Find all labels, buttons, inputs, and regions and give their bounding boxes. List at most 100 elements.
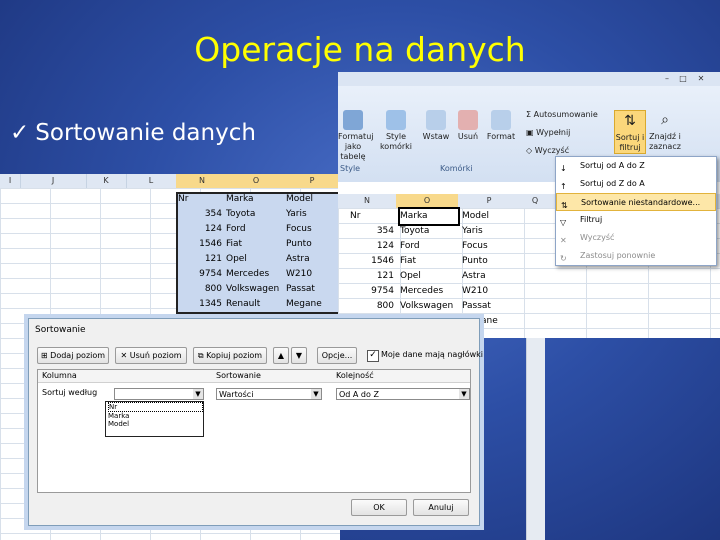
- sort-on-combo[interactable]: Wartości ▼: [216, 388, 322, 400]
- table-cell[interactable]: 124: [178, 222, 222, 237]
- format-icon: [491, 110, 511, 130]
- dropdown-option[interactable]: Marka: [108, 412, 203, 420]
- format-table-button[interactable]: Formatuj jako tabelę: [338, 110, 373, 162]
- order-combo[interactable]: Od A do Z ▼: [336, 388, 470, 400]
- table-cell[interactable]: 1546: [350, 254, 394, 269]
- menu-item-label: Filtruj: [580, 215, 603, 224]
- table-cell[interactable]: 121: [350, 269, 394, 284]
- minimize-icon[interactable]: –: [662, 74, 672, 83]
- add-level-button[interactable]: ⊞ Dodaj poziom: [37, 347, 109, 364]
- autosum-button[interactable]: Σ Autosumowanie: [526, 110, 598, 120]
- table-cell[interactable]: 9754: [350, 284, 394, 299]
- col-header[interactable]: N: [176, 174, 229, 188]
- chevron-down-icon: ▼: [311, 389, 321, 399]
- sort-dialog: Sortowanie ⊞ Dodaj poziom ✕ Usuń poziom …: [28, 318, 483, 526]
- table-cell[interactable]: 354: [350, 224, 394, 239]
- table-cell[interactable]: 1546: [178, 237, 222, 252]
- table-cell[interactable]: Model: [286, 192, 334, 207]
- cancel-button[interactable]: Anuluj: [413, 499, 469, 516]
- move-up-button[interactable]: ▲: [273, 347, 289, 364]
- table-cell[interactable]: 354: [178, 207, 222, 222]
- menu-item[interactable]: ▽ Filtruj: [556, 211, 716, 229]
- menu-item[interactable]: ↑ Sortuj od Z do A: [556, 175, 716, 193]
- table-cell[interactable]: Nr: [178, 192, 222, 207]
- table-cell[interactable]: Volkswagen: [400, 299, 458, 314]
- ok-button[interactable]: OK: [351, 499, 407, 516]
- table-cell[interactable]: 9754: [178, 267, 222, 282]
- copy-level-button[interactable]: ⧉ Kopiuj poziom: [193, 347, 267, 364]
- dropdown-option[interactable]: Model: [108, 420, 203, 428]
- table-cell[interactable]: Ford: [400, 239, 458, 254]
- table-cell[interactable]: Megane: [286, 297, 334, 312]
- options-button[interactable]: Opcje...: [317, 347, 357, 364]
- column-combo[interactable]: ▼: [114, 388, 204, 400]
- col-header[interactable]: P: [458, 194, 520, 208]
- bullet-point: ✓ Sortowanie danych: [10, 120, 256, 146]
- table-cell[interactable]: Renault: [226, 297, 284, 312]
- arrow-down-icon: ▼: [295, 351, 303, 360]
- table-cell[interactable]: Opel: [400, 269, 458, 284]
- table-cell[interactable]: Fiat: [226, 237, 284, 252]
- table-cell[interactable]: W210: [286, 267, 334, 282]
- col-header[interactable]: P: [284, 174, 340, 188]
- table-cell[interactable]: Yaris: [462, 224, 510, 239]
- format-button[interactable]: Format: [486, 110, 516, 142]
- table-cell[interactable]: 800: [350, 299, 394, 314]
- has-headers-checkbox[interactable]: ✓: [367, 350, 379, 362]
- table-cell[interactable]: Marka: [226, 192, 284, 207]
- table-cell[interactable]: Mercedes: [400, 284, 458, 299]
- table-cell[interactable]: Volkswagen: [226, 282, 284, 297]
- table-cell[interactable]: Astra: [462, 269, 510, 284]
- table-cell[interactable]: Model: [462, 209, 510, 224]
- menu-item[interactable]: ↓ Sortuj od A do Z: [556, 157, 716, 175]
- table-cell[interactable]: 124: [350, 239, 394, 254]
- delete-level-button[interactable]: ✕ Usuń poziom: [115, 347, 187, 364]
- column-headers: I J K L N O P: [0, 174, 340, 189]
- table-cell[interactable]: Focus: [286, 222, 334, 237]
- table-cell[interactable]: Opel: [226, 252, 284, 267]
- col-header[interactable]: Q: [520, 194, 550, 208]
- table-cell[interactable]: Ford: [226, 222, 284, 237]
- table-cell[interactable]: Punto: [462, 254, 510, 269]
- clear-button[interactable]: ◇ Wyczyść: [526, 146, 569, 156]
- cell-styles-icon: [386, 110, 406, 130]
- table-cell[interactable]: Toyota: [226, 207, 284, 222]
- table-cell[interactable]: Punto: [286, 237, 334, 252]
- table-cell[interactable]: 800: [178, 282, 222, 297]
- maximize-icon[interactable]: □: [678, 74, 688, 83]
- cell-styles-button[interactable]: Style komórki: [378, 110, 414, 152]
- slide-title: Operacje na danych: [194, 30, 526, 69]
- col-header[interactable]: K: [86, 174, 127, 188]
- table-cell[interactable]: Toyota: [400, 224, 458, 239]
- fill-button[interactable]: ▣ Wypełnij: [526, 128, 570, 138]
- col-header[interactable]: O: [228, 174, 285, 188]
- table-cell[interactable]: Marka: [398, 207, 460, 226]
- table-cell[interactable]: Yaris: [286, 207, 334, 222]
- table-cell[interactable]: Passat: [462, 299, 510, 314]
- cells-group-label: Komórki: [440, 164, 473, 173]
- menu-item[interactable]: ⇅ Sortowanie niestandardowe...: [556, 193, 716, 211]
- table-cell[interactable]: Astra: [286, 252, 334, 267]
- move-down-button[interactable]: ▼: [291, 347, 307, 364]
- table-cell[interactable]: Mercedes: [226, 267, 284, 282]
- dropdown-option[interactable]: Nr: [108, 402, 203, 412]
- table-cell[interactable]: W210: [462, 284, 510, 299]
- col-header[interactable]: O: [396, 194, 458, 208]
- delete-button[interactable]: Usuń: [454, 110, 482, 142]
- table-cell[interactable]: Passat: [286, 282, 334, 297]
- table-cell[interactable]: Focus: [462, 239, 510, 254]
- col-header[interactable]: N: [338, 194, 396, 208]
- col-header[interactable]: L: [126, 174, 177, 188]
- sort-levels-list: Kolumna Sortowanie Kolejność Sortuj wedł…: [37, 369, 471, 493]
- col-header[interactable]: I: [0, 174, 21, 188]
- col-header[interactable]: J: [20, 174, 87, 188]
- sort-filter-button[interactable]: ⇅ Sortuj i filtruj: [614, 110, 646, 154]
- close-icon[interactable]: ✕: [696, 74, 706, 83]
- table-cell[interactable]: Nr: [350, 209, 394, 224]
- insert-button[interactable]: Wstaw: [422, 110, 450, 142]
- table-cell[interactable]: 1345: [178, 297, 222, 312]
- vertical-scrollbar[interactable]: [526, 338, 545, 540]
- find-select-button[interactable]: ⌕ Znajdź i zaznacz: [648, 110, 682, 152]
- table-cell[interactable]: Fiat: [400, 254, 458, 269]
- table-cell[interactable]: 121: [178, 252, 222, 267]
